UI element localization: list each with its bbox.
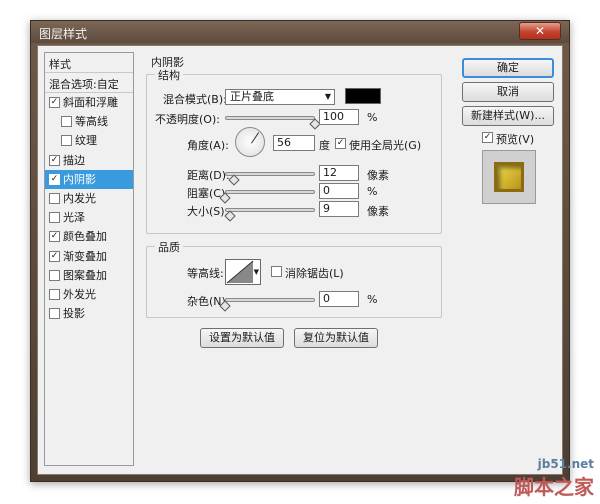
style-item-label: 渐变叠加 — [63, 249, 107, 263]
blend-mode-value: 正片叠底 — [230, 90, 274, 103]
watermark-name: 脚本之家 — [514, 475, 594, 499]
structure-legend: 结构 — [155, 67, 183, 83]
ok-button[interactable]: 确定 — [462, 58, 554, 78]
style-item-label: 投影 — [63, 307, 85, 321]
style-item-label: 内阴影 — [63, 172, 96, 186]
global-light-checkbox[interactable]: ✓ — [335, 138, 346, 149]
preview-checkbox[interactable]: ✓ — [482, 132, 493, 143]
opacity-unit: % — [367, 111, 378, 124]
inner-shadow-group: 内阴影 结构 混合模式(B): 正片叠底 ▼ 不透明度(O): 100 % 角度… — [142, 54, 460, 470]
style-item[interactable]: 图案叠加 — [45, 266, 133, 285]
style-item[interactable]: ✓ 颜色叠加 — [45, 227, 133, 246]
style-item-checkbox[interactable] — [61, 135, 72, 147]
style-item-label: 内发光 — [63, 191, 96, 205]
structure-group: 结构 混合模式(B): 正片叠底 ▼ 不透明度(O): 100 % 角度(A):… — [146, 67, 442, 234]
quality-group: 品质 等高线: ▼ 消除锯齿(L) 杂色(N): 0 % — [146, 239, 442, 318]
size-slider[interactable] — [225, 208, 315, 212]
antialias-label: 消除锯齿(L) — [285, 267, 344, 280]
blend-mode-label: 混合模式(B): — [163, 93, 227, 106]
style-item-label: 图案叠加 — [63, 268, 107, 282]
style-item-label: 描边 — [63, 153, 85, 167]
choke-input[interactable]: 0 — [319, 183, 359, 199]
style-item[interactable]: 投影 — [45, 304, 133, 323]
reset-default-button[interactable]: 复位为默认值 — [294, 328, 378, 348]
global-light-label: 使用全局光(G) — [349, 139, 422, 152]
quality-legend: 品质 — [155, 239, 183, 255]
distance-unit: 像素 — [367, 169, 389, 182]
new-style-button[interactable]: 新建样式(W)... — [462, 106, 554, 126]
style-item[interactable]: 外发光 — [45, 285, 133, 304]
choke-slider[interactable] — [225, 190, 315, 194]
window-title: 图层样式 — [39, 27, 88, 41]
contour-picker[interactable]: ▼ — [225, 259, 261, 285]
style-item[interactable]: ✓ 描边 — [45, 151, 133, 170]
angle-label: 角度(A): — [187, 139, 229, 152]
size-unit: 像素 — [367, 205, 389, 218]
style-item-label: 光泽 — [63, 211, 85, 225]
style-item-checkbox[interactable] — [61, 116, 72, 128]
cancel-button[interactable]: 取消 — [462, 82, 554, 102]
preview-label: 预览(V) — [496, 133, 535, 146]
style-list: 样式 混合选项:自定 ✓ 斜面和浮雕 等高线 纹理 ✓ 描边 ✓ 内阴影 内发光 光泽 ✓ 颜色叠加 ✓… — [44, 52, 134, 466]
antialias-checkbox[interactable] — [271, 266, 282, 277]
watermark-url: jb51.net — [537, 457, 594, 471]
angle-unit: 度 — [319, 139, 330, 152]
style-item-checkbox[interactable] — [49, 308, 60, 320]
opacity-slider[interactable] — [225, 116, 315, 120]
distance-label: 距离(D): — [187, 169, 230, 182]
angle-dial[interactable] — [235, 127, 265, 157]
angle-dial-needle — [251, 132, 260, 144]
style-item-checkbox[interactable]: ✓ — [49, 250, 60, 262]
contour-dropdown-arrow-icon[interactable]: ▼ — [254, 268, 259, 276]
style-item-label: 等高线 — [75, 115, 108, 129]
style-item-checkbox[interactable]: ✓ — [49, 97, 60, 108]
style-item-checkbox[interactable] — [49, 212, 60, 224]
layer-style-dialog: 图层样式 ✕ 样式 混合选项:自定 ✓ 斜面和浮雕 等高线 纹理 ✓ 描边 ✓ 内阴影 内发光光… — [30, 20, 570, 482]
style-item-checkbox[interactable] — [49, 269, 60, 281]
watermark: jb51.net 脚本之家 — [514, 457, 594, 500]
dialog-body: 样式 混合选项:自定 ✓ 斜面和浮雕 等高线 纹理 ✓ 描边 ✓ 内阴影 内发光 光泽 ✓ 颜色叠加 ✓… — [37, 45, 563, 475]
style-preview — [482, 150, 536, 204]
style-item[interactable]: ✓ 内阴影 — [45, 169, 133, 189]
style-item-label: 外发光 — [63, 287, 96, 301]
angle-input[interactable]: 56 — [273, 135, 315, 151]
opacity-input[interactable]: 100 — [319, 109, 359, 125]
contour-curve-icon — [226, 260, 254, 284]
style-item-label: 颜色叠加 — [63, 230, 107, 244]
distance-slider[interactable] — [225, 172, 315, 176]
distance-slider-thumb[interactable] — [228, 174, 240, 186]
styles-header[interactable]: 样式 — [45, 53, 133, 73]
shadow-color-swatch[interactable] — [345, 88, 381, 104]
style-item-checkbox[interactable] — [49, 192, 60, 204]
style-item[interactable]: 内发光 — [45, 189, 133, 208]
style-item-checkbox[interactable]: ✓ — [49, 231, 60, 243]
title-bar[interactable]: 图层样式 ✕ — [31, 21, 569, 43]
style-item-checkbox[interactable]: ✓ — [49, 173, 60, 185]
noise-input[interactable]: 0 — [319, 291, 359, 307]
distance-input[interactable]: 12 — [319, 165, 359, 181]
close-button[interactable]: ✕ — [519, 22, 561, 40]
style-item[interactable]: ✓ 渐变叠加 — [45, 247, 133, 266]
style-item-checkbox[interactable] — [49, 288, 60, 300]
make-default-button[interactable]: 设置为默认值 — [200, 328, 284, 348]
style-item-checkbox[interactable]: ✓ — [49, 154, 60, 166]
style-items: ✓ 斜面和浮雕 等高线 纹理 ✓ 描边 ✓ 内阴影 内发光 光泽 ✓ 颜色叠加 ✓ 渐变叠加 图案叠加 外发光… — [45, 93, 133, 323]
style-item[interactable]: 纹理 — [45, 131, 133, 150]
style-item[interactable]: 光泽 — [45, 208, 133, 227]
size-input[interactable]: 9 — [319, 201, 359, 217]
blending-options-item[interactable]: 混合选项:自定 — [45, 73, 133, 93]
opacity-label: 不透明度(O): — [155, 113, 220, 126]
size-label: 大小(S): — [187, 205, 229, 218]
style-item-label: 纹理 — [75, 134, 97, 148]
style-item-label: 斜面和浮雕 — [63, 96, 118, 109]
contour-label: 等高线: — [187, 267, 224, 280]
choke-unit: % — [367, 185, 378, 198]
dropdown-arrow-icon: ▼ — [324, 92, 331, 101]
blend-mode-select[interactable]: 正片叠底 ▼ — [225, 89, 335, 105]
noise-unit: % — [367, 293, 378, 306]
noise-slider[interactable] — [225, 298, 315, 302]
style-item[interactable]: ✓ 斜面和浮雕 — [45, 93, 133, 112]
preview-thumbnail — [494, 162, 524, 192]
style-item[interactable]: 等高线 — [45, 112, 133, 131]
